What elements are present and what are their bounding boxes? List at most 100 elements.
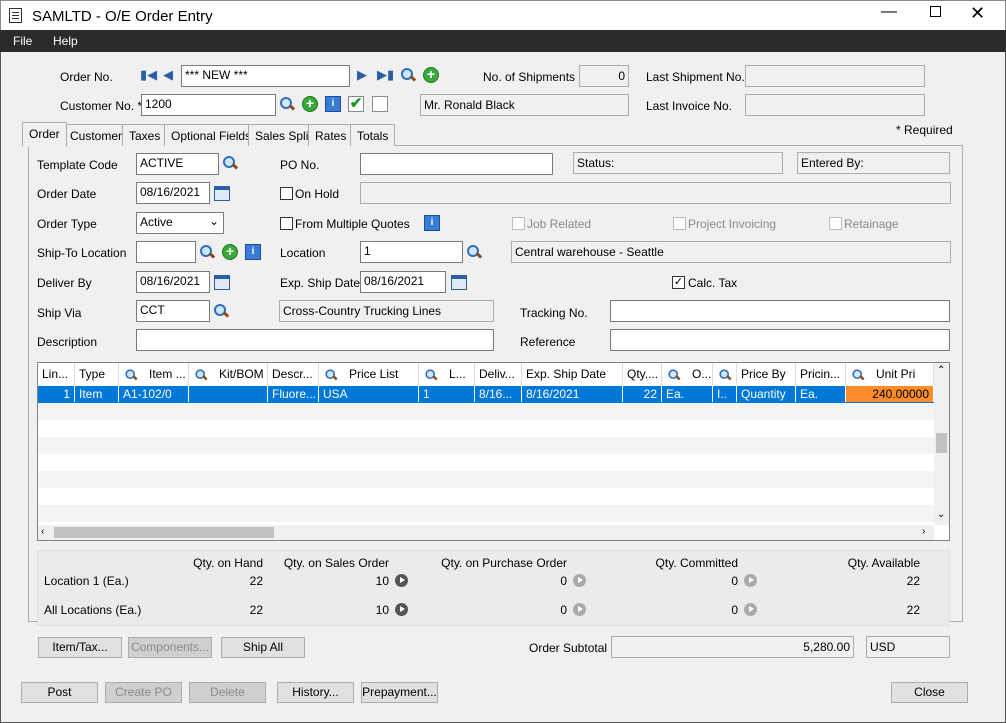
- close-window-button[interactable]: ✕: [970, 3, 985, 24]
- scroll-up-icon[interactable]: ⌃: [937, 365, 945, 376]
- first-icon[interactable]: ▮◀: [140, 67, 157, 83]
- customer-finder-icon[interactable]: [279, 96, 295, 112]
- search-icon[interactable]: [125, 368, 138, 381]
- column-header[interactable]: Lin...: [38, 363, 75, 385]
- column-header[interactable]: L...: [419, 363, 475, 385]
- search-icon[interactable]: [195, 368, 208, 381]
- document-view-icon[interactable]: [372, 96, 388, 112]
- column-header[interactable]: Deliv...: [475, 363, 522, 385]
- table-cell[interactable]: Ea.: [662, 386, 713, 402]
- scroll-left-icon[interactable]: ‹: [41, 526, 44, 537]
- search-icon[interactable]: [668, 368, 681, 381]
- minimize-button[interactable]: —: [881, 3, 897, 21]
- new-ship-to-icon[interactable]: +: [222, 244, 238, 260]
- calendar-icon[interactable]: [214, 186, 230, 201]
- ship-to-finder-icon[interactable]: [199, 244, 215, 260]
- tab-totals[interactable]: Totals: [350, 124, 396, 146]
- tab-optional-fields[interactable]: Optional Fields: [164, 124, 259, 146]
- calendar-icon[interactable]: [451, 275, 467, 290]
- column-header[interactable]: Unit Pri: [846, 363, 934, 385]
- column-header[interactable]: [713, 363, 737, 385]
- ship-to-info-icon[interactable]: i: [245, 244, 261, 260]
- job-related-checkbox[interactable]: [512, 217, 525, 230]
- drilldown-arrow-icon[interactable]: [395, 603, 408, 616]
- delete-button[interactable]: Delete: [189, 682, 266, 703]
- new-customer-icon[interactable]: +: [302, 96, 318, 112]
- column-header[interactable]: Qty....: [623, 363, 662, 385]
- table-cell[interactable]: Ea.: [796, 386, 846, 402]
- table-cell[interactable]: 8/16/2021: [522, 386, 623, 402]
- column-header[interactable]: Item ...: [119, 363, 189, 385]
- drilldown-arrow-icon[interactable]: [395, 574, 408, 587]
- prepayment-button[interactable]: Prepayment...: [361, 682, 438, 703]
- template-code-input[interactable]: ACTIVE: [136, 153, 219, 175]
- table-cell[interactable]: 8/16...: [475, 386, 522, 402]
- order-type-select[interactable]: Active ⌄: [136, 212, 224, 234]
- scroll-thumb[interactable]: [54, 527, 274, 538]
- table-row-selected[interactable]: 1 Item A1-102/0 Fluore... USA 1 8/16... 8/16/20…: [38, 386, 934, 403]
- table-row-empty[interactable]: [38, 488, 934, 505]
- scroll-down-icon[interactable]: ⌄: [937, 509, 945, 520]
- ship-via-finder-icon[interactable]: [213, 303, 229, 319]
- search-icon[interactable]: [719, 368, 732, 381]
- column-header[interactable]: Descr...: [268, 363, 319, 385]
- table-cell[interactable]: [189, 386, 268, 402]
- project-invoicing-checkbox[interactable]: [673, 217, 686, 230]
- ship-via-input[interactable]: CCT: [136, 300, 210, 322]
- tab-rates[interactable]: Rates: [308, 124, 354, 146]
- column-header[interactable]: O...: [662, 363, 713, 385]
- scroll-right-icon[interactable]: ›: [922, 526, 925, 537]
- scroll-thumb[interactable]: [936, 433, 947, 453]
- tab-order[interactable]: Order: [22, 122, 67, 147]
- previous-icon[interactable]: ◀: [163, 67, 173, 83]
- drilldown-arrow-icon[interactable]: [744, 603, 757, 616]
- table-row-empty[interactable]: [38, 437, 934, 454]
- menu-file[interactable]: File: [13, 34, 32, 48]
- search-icon[interactable]: [425, 368, 438, 381]
- table-row-empty[interactable]: [38, 454, 934, 471]
- table-cell[interactable]: 1: [419, 386, 475, 402]
- table-cell[interactable]: I..: [713, 386, 737, 402]
- table-row-empty[interactable]: [38, 420, 934, 437]
- calendar-icon[interactable]: [214, 275, 230, 290]
- tab-taxes[interactable]: Taxes: [122, 124, 168, 146]
- calc-tax-checkbox[interactable]: ✓: [672, 276, 685, 289]
- exp-ship-input[interactable]: 08/16/2021: [360, 271, 446, 293]
- drilldown-arrow-icon[interactable]: [744, 574, 757, 587]
- location-input[interactable]: 1: [360, 241, 463, 263]
- table-cell[interactable]: USA: [319, 386, 419, 402]
- customer-info-icon[interactable]: i: [325, 96, 341, 112]
- table-row-empty[interactable]: [38, 403, 934, 420]
- table-cell[interactable]: 22: [623, 386, 662, 402]
- column-header[interactable]: Price By: [737, 363, 796, 385]
- check-credit-icon[interactable]: ✔: [348, 96, 364, 112]
- order-finder-icon[interactable]: [400, 67, 416, 83]
- horizontal-scrollbar[interactable]: ‹ ›: [38, 525, 934, 540]
- drilldown-arrow-icon[interactable]: [573, 603, 586, 616]
- quotes-info-icon[interactable]: i: [424, 215, 440, 231]
- template-finder-icon[interactable]: [222, 155, 238, 171]
- table-cell[interactable]: Fluore...: [268, 386, 319, 402]
- table-cell[interactable]: 240.00000: [846, 386, 934, 402]
- tracking-input[interactable]: [610, 300, 950, 322]
- po-input[interactable]: [360, 153, 553, 175]
- search-icon[interactable]: [325, 368, 338, 381]
- menu-help[interactable]: Help: [53, 34, 78, 48]
- tab-customer[interactable]: Customer: [63, 124, 130, 146]
- deliver-by-input[interactable]: 08/16/2021: [136, 271, 210, 293]
- item-tax-button[interactable]: Item/Tax...: [38, 637, 122, 658]
- customer-no-input[interactable]: 1200: [141, 94, 276, 116]
- table-cell[interactable]: 1: [38, 386, 75, 402]
- next-icon[interactable]: ▶: [357, 67, 367, 83]
- search-icon[interactable]: [852, 368, 865, 381]
- column-header[interactable]: Kit/BOM: [189, 363, 268, 385]
- maximize-button[interactable]: [930, 6, 941, 17]
- table-cell[interactable]: Item: [75, 386, 119, 402]
- location-finder-icon[interactable]: [466, 244, 482, 260]
- order-no-input[interactable]: *** NEW ***: [181, 65, 350, 87]
- description-input[interactable]: [136, 329, 494, 351]
- reference-input[interactable]: [610, 329, 950, 351]
- column-header[interactable]: Pricin...: [796, 363, 846, 385]
- column-header[interactable]: Type: [75, 363, 119, 385]
- table-row-empty[interactable]: [38, 471, 934, 488]
